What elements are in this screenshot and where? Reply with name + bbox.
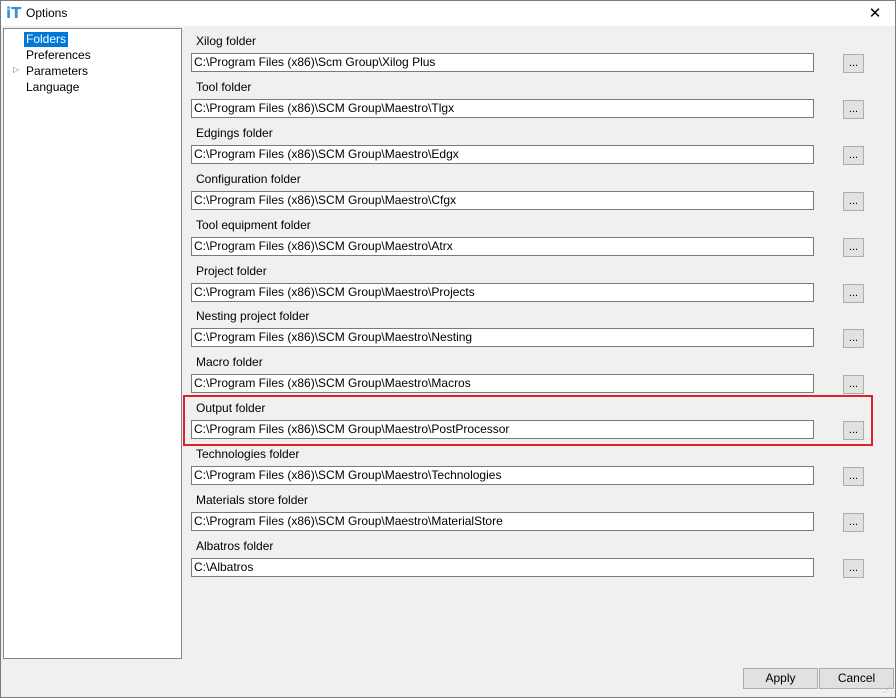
browse-button[interactable]: ... [843, 513, 864, 532]
folder-path-input[interactable]: C:\Program Files (x86)\SCM Group\Maestro… [191, 328, 814, 347]
folder-label: Configuration folder [196, 172, 301, 186]
folder-path-input[interactable]: C:\Program Files (x86)\SCM Group\Maestro… [191, 99, 814, 118]
browse-button[interactable]: ... [843, 146, 864, 165]
folders-panel: Xilog folder C:\Program Files (x86)\Scm … [182, 28, 895, 657]
folder-path-input[interactable]: C:\Program Files (x86)\SCM Group\Maestro… [191, 374, 814, 393]
tree-item-parameters[interactable]: Parameters [24, 64, 90, 79]
resize-grip-icon[interactable]: ⋰ [883, 685, 893, 695]
options-tree: Folders Preferences ▷ Parameters Languag… [3, 28, 182, 659]
close-icon[interactable]: ✕ [855, 1, 895, 26]
window-title: Options [26, 6, 68, 20]
options-window: iT Options ✕ Folders Preferences ▷ Param… [0, 0, 896, 698]
folder-path-input[interactable]: C:\Program Files (x86)\SCM Group\Maestro… [191, 191, 814, 210]
folder-path-input[interactable]: C:\Albatros [191, 558, 814, 577]
folder-path-input[interactable]: C:\Program Files (x86)\SCM Group\Maestro… [191, 466, 814, 485]
folder-path-input[interactable]: C:\Program Files (x86)\SCM Group\Maestro… [191, 420, 814, 439]
folder-path-input[interactable]: C:\Program Files (x86)\SCM Group\Maestro… [191, 283, 814, 302]
folder-label: Albatros folder [196, 539, 274, 553]
folder-label: Tool folder [196, 80, 252, 94]
folder-label: Materials store folder [196, 493, 309, 507]
folder-label: Output folder [196, 401, 266, 415]
browse-button[interactable]: ... [843, 54, 864, 73]
folder-label: Xilog folder [196, 34, 257, 48]
browse-button[interactable]: ... [843, 329, 864, 348]
expand-arrow-icon[interactable]: ▷ [13, 66, 19, 74]
browse-button[interactable]: ... [843, 100, 864, 119]
tree-item-folders[interactable]: Folders [24, 32, 69, 47]
browse-button[interactable]: ... [843, 421, 864, 440]
apply-button[interactable]: Apply [743, 668, 818, 689]
folder-path-input[interactable]: C:\Program Files (x86)\SCM Group\Maestro… [191, 237, 814, 256]
tree-item-preferences[interactable]: Preferences [24, 48, 93, 63]
browse-button[interactable]: ... [843, 284, 864, 303]
folder-path-input[interactable]: C:\Program Files (x86)\SCM Group\Maestro… [191, 145, 814, 164]
folder-label: Project folder [196, 264, 267, 278]
browse-button[interactable]: ... [843, 238, 864, 257]
browse-button[interactable]: ... [843, 375, 864, 394]
folder-label: Edgings folder [196, 126, 273, 140]
folder-label: Technologies folder [196, 447, 300, 461]
folder-label: Nesting project folder [196, 309, 310, 323]
title-bar: iT Options ✕ [1, 1, 895, 26]
folder-path-input[interactable]: C:\Program Files (x86)\SCM Group\Maestro… [191, 512, 814, 531]
app-icon: iT [6, 4, 22, 22]
folder-label: Macro folder [196, 355, 263, 369]
folder-label: Tool equipment folder [196, 218, 311, 232]
browse-button[interactable]: ... [843, 559, 864, 578]
browse-button[interactable]: ... [843, 192, 864, 211]
folder-path-input[interactable]: C:\Program Files (x86)\Scm Group\Xilog P… [191, 53, 814, 72]
browse-button[interactable]: ... [843, 467, 864, 486]
tree-item-language[interactable]: Language [24, 80, 81, 95]
